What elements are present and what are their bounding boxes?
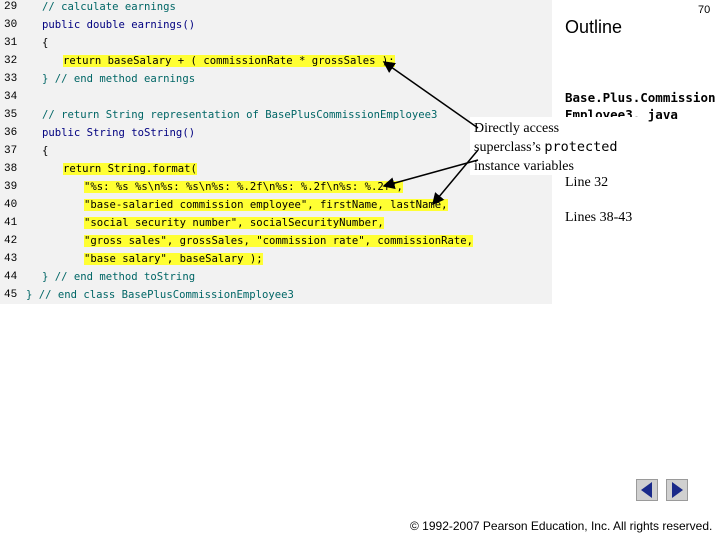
next-slide-button[interactable] xyxy=(666,479,688,501)
callout-arrows xyxy=(382,61,479,206)
copyright-notice: © 1992-2007 Pearson Education, Inc. All … xyxy=(410,519,713,533)
arrow-to-line-32 xyxy=(382,61,479,129)
triangle-left-icon xyxy=(641,482,652,498)
arrow-to-line-39 xyxy=(382,159,479,189)
arrow-to-line-40 xyxy=(432,149,479,206)
triangle-right-icon xyxy=(672,482,683,498)
previous-slide-button[interactable] xyxy=(636,479,658,501)
